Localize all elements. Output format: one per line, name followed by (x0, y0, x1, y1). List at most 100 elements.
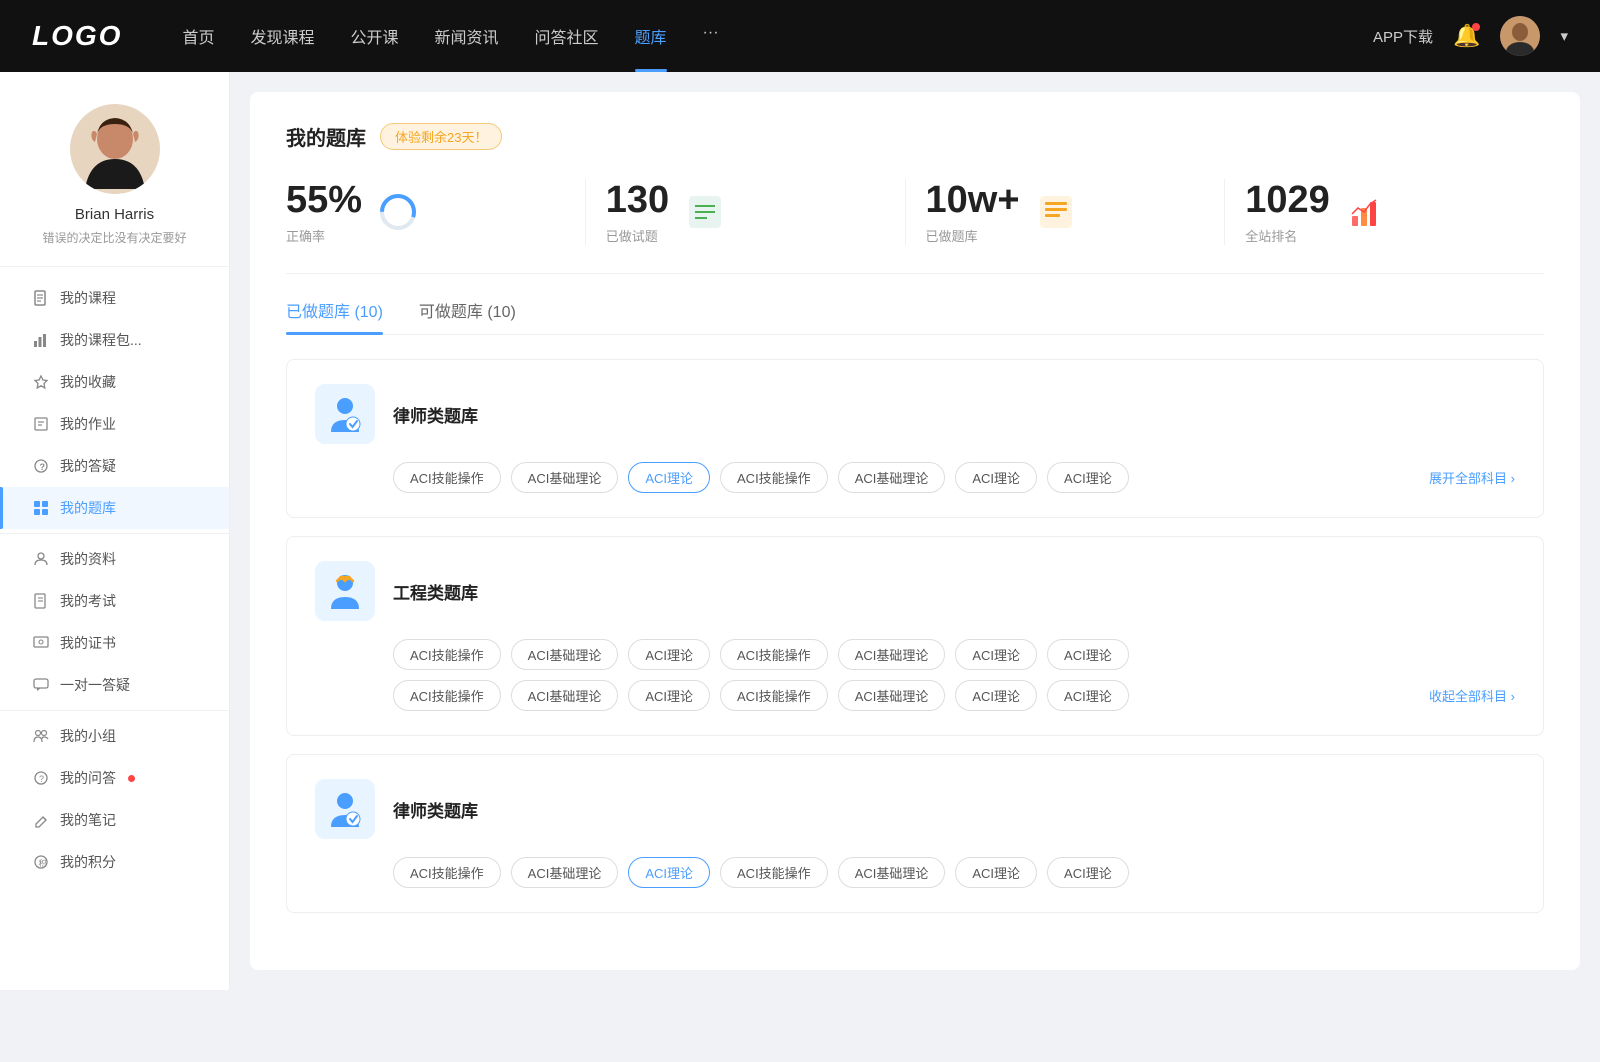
sidebar-item-group[interactable]: 我的小组 (0, 715, 229, 757)
list-icon (685, 192, 725, 232)
bank-tag[interactable]: ACI基础理论 (511, 462, 619, 493)
bank-tag[interactable]: ACI技能操作 (720, 680, 828, 711)
sidebar-item-my-qa[interactable]: ? 我的问答 (0, 757, 229, 799)
tab-available-banks[interactable]: 可做题库 (10) (419, 298, 516, 334)
avatar (70, 104, 160, 194)
bank-tag[interactable]: ACI理论 (1047, 639, 1129, 670)
svg-text:?: ? (40, 462, 46, 472)
bank-tag[interactable]: ACI理论 (628, 680, 710, 711)
bank-card-lawyer2: 律师类题库 ACI技能操作 ACI基础理论 ACI理论 ACI技能操作 ACI基… (286, 754, 1544, 913)
bank-tag[interactable]: ACI技能操作 (720, 857, 828, 888)
bank-card-engineer: 工程类题库 ACI技能操作 ACI基础理论 ACI理论 ACI技能操作 ACI基… (286, 536, 1544, 736)
bank-tag[interactable]: ACI基础理论 (511, 639, 619, 670)
sidebar-item-cert[interactable]: 我的证书 (0, 622, 229, 664)
sidebar-item-points[interactable]: 积 我的积分 (0, 841, 229, 883)
nav-open-course[interactable]: 公开课 (350, 24, 398, 48)
sidebar-label: 我的考试 (60, 591, 116, 611)
sidebar-divider (0, 533, 229, 534)
bank-tag-active[interactable]: ACI理论 (628, 857, 710, 888)
bank-tag[interactable]: ACI基础理论 (511, 857, 619, 888)
sidebar-item-my-courses[interactable]: 我的课程 (0, 277, 229, 319)
sidebar-item-favorites[interactable]: 我的收藏 (0, 361, 229, 403)
grid-icon (32, 499, 50, 517)
sidebar-label: 我的积分 (60, 852, 116, 872)
bank-tag[interactable]: ACI理论 (955, 680, 1037, 711)
nav-news[interactable]: 新闻资讯 (435, 24, 499, 48)
sidebar-item-question-bank[interactable]: 我的题库 (0, 487, 229, 529)
collapse-link[interactable]: 收起全部科目 › (1429, 681, 1515, 710)
pencil-icon (32, 811, 50, 829)
sidebar-item-exam[interactable]: 我的考试 (0, 580, 229, 622)
bank-tag[interactable]: ACI理论 (1047, 680, 1129, 711)
sidebar-item-one-on-one[interactable]: 一对一答疑 (0, 664, 229, 706)
stat-ranking-content: 1029 全站排名 (1245, 179, 1330, 245)
nav-discover[interactable]: 发现课程 (250, 24, 314, 48)
chart-icon (32, 331, 50, 349)
bank-tag[interactable]: ACI理论 (955, 639, 1037, 670)
tabs-row: 已做题库 (10) 可做题库 (10) (286, 298, 1544, 335)
bar-chart-icon (1346, 192, 1386, 232)
sidebar-label: 我的收藏 (60, 372, 116, 392)
nav-home[interactable]: 首页 (182, 24, 214, 48)
nav-qa[interactable]: 问答社区 (535, 24, 599, 48)
sidebar-label: 我的作业 (60, 414, 116, 434)
sidebar-divider2 (0, 710, 229, 711)
stat-number: 55% (286, 179, 362, 222)
bank-tag[interactable]: ACI技能操作 (393, 680, 501, 711)
bank-tag[interactable]: ACI基础理论 (511, 680, 619, 711)
bank-tag[interactable]: ACI理论 (955, 857, 1037, 888)
notification-bell[interactable]: 🔔 (1453, 23, 1480, 49)
note-icon (32, 415, 50, 433)
bank-tag[interactable]: ACI理论 (1047, 462, 1129, 493)
file2-icon (1036, 192, 1076, 232)
sidebar-item-homework[interactable]: 我的作业 (0, 403, 229, 445)
user-avatar[interactable] (1500, 16, 1540, 56)
bank-tag[interactable]: ACI理论 (1047, 857, 1129, 888)
question-icon: ? (32, 457, 50, 475)
bank-tag[interactable]: ACI技能操作 (393, 857, 501, 888)
stat-number: 10w+ (926, 179, 1020, 222)
sidebar-item-materials[interactable]: 我的资料 (0, 538, 229, 580)
page-title-row: 我的题库 体验剩余23天！ (286, 122, 1544, 151)
sidebar-label: 我的小组 (60, 726, 116, 746)
bank-tag[interactable]: ACI技能操作 (393, 462, 501, 493)
bank-tag[interactable]: ACI技能操作 (720, 639, 828, 670)
bank-tag[interactable]: ACI技能操作 (720, 462, 828, 493)
bank-tag-active[interactable]: ACI理论 (628, 462, 710, 493)
bank-tag[interactable]: ACI技能操作 (393, 639, 501, 670)
bank-tag[interactable]: ACI基础理论 (838, 680, 946, 711)
sidebar-label: 我的问答 (60, 768, 116, 788)
sidebar-profile: Brian Harris 错误的决定比没有决定要好 (0, 104, 229, 267)
nav-question-bank[interactable]: 题库 (635, 24, 667, 48)
star-icon (32, 373, 50, 391)
file-icon (32, 289, 50, 307)
expand-link[interactable]: 展开全部科目 › (1429, 463, 1515, 492)
app-download[interactable]: APP下载 (1373, 26, 1433, 47)
bank-tag[interactable]: ACI基础理论 (838, 639, 946, 670)
lawyer-icon (315, 384, 375, 444)
stat-label: 全站排名 (1245, 226, 1330, 245)
sidebar-item-course-package[interactable]: 我的课程包... (0, 319, 229, 361)
cert-icon (32, 634, 50, 652)
bank-card-header: 律师类题库 (315, 779, 1515, 839)
navbar-right: APP下载 🔔 ▾ (1373, 16, 1568, 56)
user-dropdown-arrow[interactable]: ▾ (1560, 27, 1568, 45)
sidebar-item-qa[interactable]: ? 我的答疑 (0, 445, 229, 487)
bank-tag[interactable]: ACI基础理论 (838, 857, 946, 888)
sidebar: Brian Harris 错误的决定比没有决定要好 我的课程 我的课程包... (0, 72, 230, 990)
sidebar-label: 我的笔记 (60, 810, 116, 830)
bank-card-header: 工程类题库 (315, 561, 1515, 621)
stat-accuracy-content: 55% 正确率 (286, 179, 362, 245)
bank-title: 工程类题库 (393, 579, 478, 604)
bank-tag[interactable]: ACI理论 (955, 462, 1037, 493)
bank-tag[interactable]: ACI基础理论 (838, 462, 946, 493)
bank-card-lawyer1: 律师类题库 ACI技能操作 ACI基础理论 ACI理论 ACI技能操作 ACI基… (286, 359, 1544, 518)
bank-tag[interactable]: ACI理论 (628, 639, 710, 670)
nav-more[interactable]: ··· (703, 24, 719, 48)
coin-icon: 积 (32, 853, 50, 871)
tab-done-banks[interactable]: 已做题库 (10) (286, 298, 383, 334)
stat-label: 已做试题 (606, 226, 669, 245)
stat-number: 1029 (1245, 179, 1330, 222)
stat-questions-done-content: 130 已做试题 (606, 179, 669, 245)
sidebar-item-notes[interactable]: 我的笔记 (0, 799, 229, 841)
